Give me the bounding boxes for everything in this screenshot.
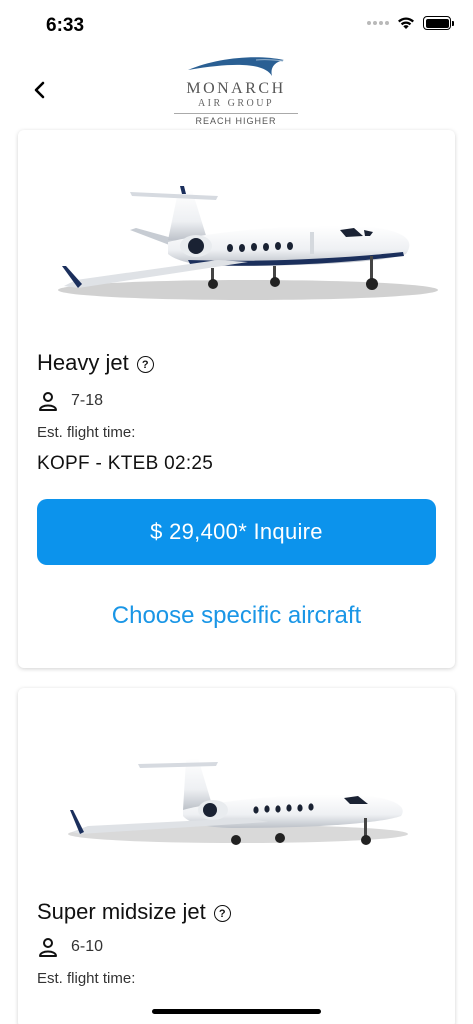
- passenger-capacity: 7-18: [37, 390, 103, 412]
- capacity-value: 6-10: [71, 938, 104, 955]
- battery-icon: [423, 16, 454, 30]
- logo-tagline: REACH HIGHER: [195, 116, 277, 126]
- jet-title: Super midsize jet ?: [37, 899, 231, 925]
- super-midsize-jet-image: [68, 758, 408, 845]
- logo-name: MONARCH: [186, 80, 286, 97]
- home-indicator[interactable]: [152, 1009, 321, 1014]
- passenger-capacity: 6-10: [37, 936, 103, 958]
- est-flight-time-label: Est. flight time:: [37, 424, 136, 441]
- jet-title-text: Heavy jet: [37, 350, 129, 375]
- logo-divider: [174, 113, 298, 114]
- choose-specific-aircraft-link[interactable]: Choose specific aircraft: [18, 602, 455, 630]
- status-icons: [367, 16, 454, 30]
- person-icon: [39, 392, 57, 411]
- capacity-value: 7-18: [71, 392, 104, 409]
- status-bar: 6:33: [0, 0, 473, 52]
- est-flight-time-label: Est. flight time:: [37, 970, 136, 987]
- aircraft-card-heavy-jet: Heavy jet ? 7-18 Est. flight time: KOPF …: [18, 130, 455, 668]
- person-icon: [39, 938, 57, 957]
- back-button[interactable]: [26, 76, 54, 104]
- chevron-left-icon: [34, 81, 45, 99]
- signal-dots-icon: [367, 21, 389, 25]
- aircraft-card-super-midsize-jet: Super midsize jet ? 6-10 Est. flight tim…: [18, 688, 455, 1024]
- logo-swoosh-icon: [188, 57, 284, 76]
- jet-title: Heavy jet ?: [37, 350, 154, 376]
- inquire-button[interactable]: $ 29,400* Inquire: [37, 499, 436, 565]
- jet-title-text: Super midsize jet: [37, 899, 206, 924]
- question-circle-icon[interactable]: ?: [136, 356, 154, 373]
- question-circle-icon[interactable]: ?: [213, 905, 231, 922]
- heavy-jet-image: [58, 186, 438, 300]
- route-flight-time: KOPF - KTEB 02:25: [37, 453, 214, 474]
- logo-subtitle: AIR GROUP: [197, 98, 275, 109]
- app-header: MONARCH AIR GROUP REACH HIGHER: [0, 52, 473, 142]
- wifi-icon: [398, 17, 414, 29]
- monarch-logo: MONARCH AIR GROUP REACH HIGHER: [168, 52, 304, 132]
- status-time: 6:33: [46, 15, 85, 36]
